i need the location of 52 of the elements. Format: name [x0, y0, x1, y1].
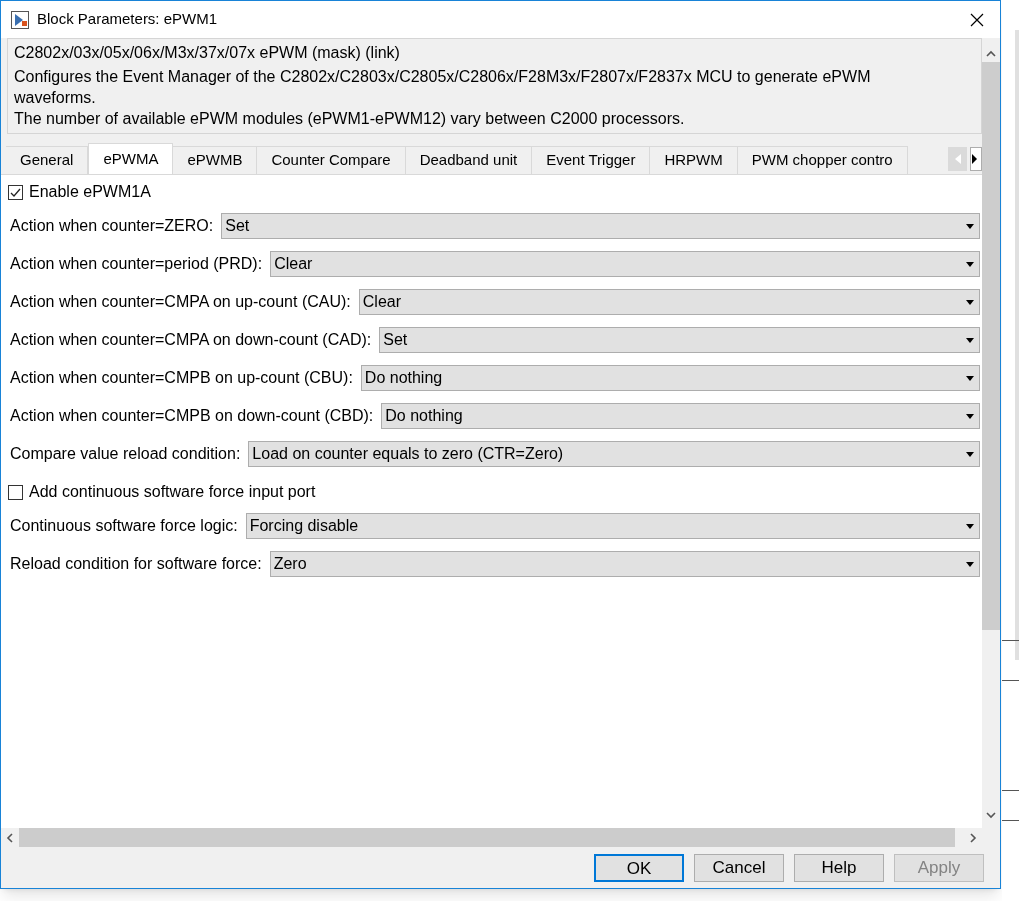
dialog-button[interactable]: Cancel: [694, 853, 784, 882]
tab-scroll-right-button[interactable]: [970, 147, 982, 171]
dropdown[interactable]: Set: [221, 213, 980, 239]
tab[interactable]: General: [6, 146, 89, 174]
dropdown-arrow-icon: [966, 561, 974, 567]
dropdown[interactable]: Clear: [270, 251, 980, 277]
dropdown[interactable]: Set: [379, 327, 980, 353]
scroll-up-icon: [986, 50, 996, 58]
parameter-label: Action when counter=CMPA on up-count (CAU):: [9, 292, 351, 312]
dropdown-arrow-icon: [966, 337, 974, 343]
parameter-label: Action when counter=CMPA on down-count (CAD):: [9, 330, 372, 350]
description-text: Configures the Event Manager of the C2802x/C2803x/C2805x/C2806x/F28M3x/F2807x/F2837x MCU to generate ePWM waveforms.: [14, 67, 872, 108]
dialog-button[interactable]: Help: [794, 853, 884, 882]
scroll-right-icon: [969, 832, 977, 843]
dropdown[interactable]: Do nothing: [360, 365, 980, 391]
dropdown-arrow-icon: [966, 413, 974, 419]
vertical-scrollbar-thumb[interactable]: [982, 62, 1000, 630]
right-triangle-icon: [972, 154, 978, 164]
dropdown-arrow-icon: [966, 299, 974, 305]
dropdown[interactable]: Do nothing: [381, 403, 980, 429]
parameter-label: Action when counter=CMPB on down-count (CBD):: [9, 406, 374, 426]
scroll-left-icon: [6, 832, 14, 843]
check-icon: [10, 186, 21, 198]
parameter-label: Action when counter=CMPB on up-count (CBU):: [9, 368, 353, 388]
scroll-down-icon: [986, 811, 996, 819]
window-title: Block Parameters: ePWM1: [37, 9, 218, 30]
dropdown-arrow-icon: [966, 223, 974, 229]
parameter-label: Continuous software force logic:: [9, 516, 238, 536]
checkbox-label: Add continuous software force input port: [29, 482, 316, 502]
left-triangle-icon: [954, 154, 961, 164]
dropdown[interactable]: Zero: [269, 551, 980, 577]
dropdown-arrow-icon: [966, 523, 974, 529]
description-text: The number of available ePWM modules (ePWM1-ePWM12) vary between C2000 processors.: [14, 109, 686, 129]
checkbox-label: Enable ePWM1A: [29, 182, 151, 202]
dropdown[interactable]: Load on counter equals to zero (CTR=Zero): [248, 441, 980, 467]
checkbox[interactable]: [8, 484, 23, 500]
dropdown-arrow-icon: [966, 261, 974, 267]
parameter-label: Action when counter=period (PRD):: [9, 254, 263, 274]
horizontal-scrollbar-thumb[interactable]: [19, 828, 955, 847]
parameter-label: Action when counter=ZERO:: [9, 216, 214, 236]
close-icon: [970, 12, 984, 27]
dropdown-arrow-icon: [966, 375, 974, 381]
dropdown-arrow-icon: [966, 451, 974, 457]
parameter-label: Compare value reload condition:: [9, 444, 241, 464]
parameter-label: Reload condition for software force:: [9, 554, 262, 574]
dropdown[interactable]: Clear: [358, 289, 980, 315]
dialog-button[interactable]: OK: [594, 853, 684, 882]
checkbox[interactable]: [8, 184, 23, 200]
tab[interactable]: ePWMA: [88, 143, 174, 174]
tab[interactable]: PWM chopper contro: [736, 146, 908, 174]
dropdown[interactable]: Forcing disable: [245, 513, 980, 539]
app-icon: [11, 10, 29, 29]
